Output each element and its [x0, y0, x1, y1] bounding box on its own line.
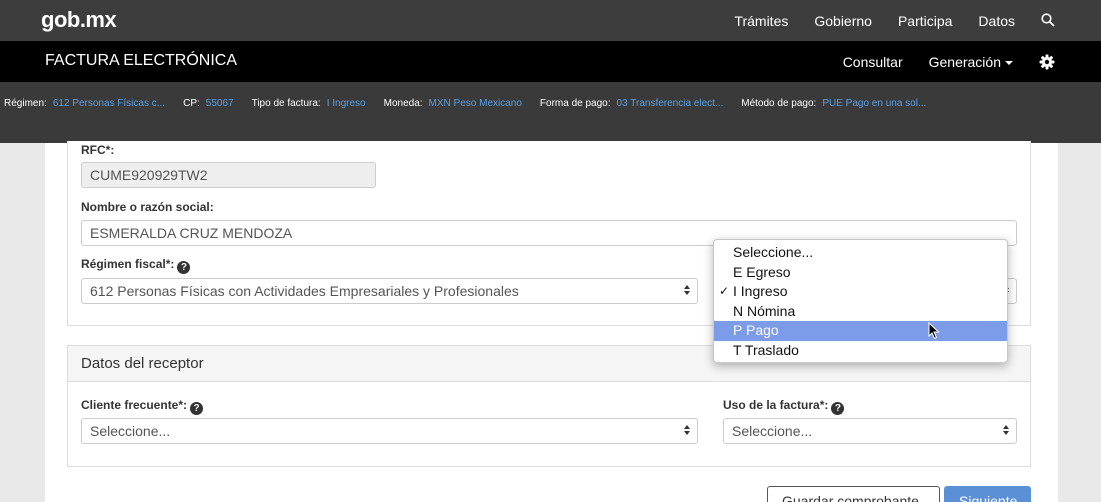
option-label: N Nómina [733, 302, 796, 319]
dropdown-option[interactable]: E Egreso [714, 263, 1007, 283]
regimen-fiscal-value: 612 Personas Físicas con Actividades Emp… [90, 283, 519, 299]
app-nav: Consultar Generación [843, 41, 1101, 82]
help-icon[interactable]: ? [177, 261, 191, 274]
regimen-fiscal-label-text: Régimen fiscal*: [81, 257, 175, 271]
moneda-value[interactable]: MXN Peso Mexicano [429, 98, 522, 109]
receptor-panel: Datos del receptor [67, 345, 1031, 467]
forma-pago-label: Forma de pago: [539, 98, 611, 109]
option-label: E Egreso [733, 263, 791, 280]
dropdown-option[interactable]: Seleccione... [714, 243, 1007, 263]
nombre-label: Nombre o razón social: [81, 200, 214, 214]
metodo-pago-value[interactable]: PUE Pago en una sol... [822, 98, 926, 109]
dropdown-option[interactable]: N Nómina [714, 302, 1007, 322]
mouse-cursor-icon [928, 321, 940, 345]
uso-factura-value: Seleccione... [732, 423, 813, 439]
generacion-menu[interactable]: Generación [929, 54, 1013, 70]
cliente-frecuente-select[interactable]: Seleccione... [81, 418, 698, 444]
search-icon[interactable] [1041, 12, 1057, 29]
uso-factura-select[interactable]: Seleccione... [723, 418, 1017, 444]
select-arrows-icon [1003, 425, 1010, 435]
dropdown-option-highlighted[interactable]: P Pago [714, 321, 1007, 341]
consultar-link[interactable]: Consultar [843, 54, 903, 70]
top-nav: Trámites Gobierno Participa Datos [734, 0, 1101, 41]
tipo-value[interactable]: I Ingreso [327, 98, 366, 109]
option-label: T Traslado [733, 341, 799, 358]
tipo-factura-dropdown: Seleccione... E Egreso ✓ I Ingreso N Nómi… [713, 239, 1008, 363]
logo[interactable]: gob.mx [41, 7, 117, 33]
regimen-value[interactable]: 612 Personas Físicas c... [53, 98, 165, 109]
forma-pago-value[interactable]: 03 Transferencia elect... [617, 98, 724, 109]
regimen-fiscal-label: Régimen fiscal*:? [81, 257, 191, 274]
regimen-fiscal-select[interactable]: 612 Personas Físicas con Actividades Emp… [81, 278, 698, 304]
save-button[interactable]: Guardar comprobante [767, 486, 940, 502]
gear-icon[interactable] [1039, 54, 1055, 70]
cliente-frecuente-value: Seleccione... [90, 423, 171, 439]
option-label: P Pago [733, 322, 779, 338]
caret-down-icon [1005, 60, 1013, 65]
dropdown-option-checked[interactable]: ✓ I Ingreso [714, 282, 1007, 302]
app-title: FACTURA ELECTRÓNICA [45, 52, 238, 69]
cliente-frecuente-label: Cliente frecuente*:? [81, 398, 204, 415]
next-button[interactable]: Siguiente [944, 486, 1031, 502]
check-icon: ✓ [719, 284, 730, 298]
top-bar: gob.mx Trámites Gobierno Participa Datos [0, 0, 1101, 41]
option-label: I Ingreso [733, 283, 788, 299]
select-arrows-icon [684, 285, 691, 295]
nav-datos[interactable]: Datos [978, 13, 1015, 29]
cliente-frecuente-label-text: Cliente frecuente*: [81, 398, 188, 412]
regimen-label: Régimen: [4, 98, 47, 109]
generacion-label: Generación [928, 53, 1001, 70]
cp-label: CP: [183, 98, 200, 109]
dropdown-option[interactable]: T Traslado [714, 341, 1007, 361]
tipo-label: Tipo de factura: [251, 98, 321, 109]
help-icon[interactable]: ? [190, 402, 204, 415]
invoice-summary-bar: Régimen: 612 Personas Físicas c... CP: 5… [0, 82, 1101, 143]
uso-factura-label-text: Uso de la factura*: [723, 398, 829, 412]
metodo-pago-label: Método de pago: [741, 98, 817, 109]
help-icon[interactable]: ? [831, 402, 845, 415]
cp-value[interactable]: 55067 [206, 98, 234, 109]
app-bar: FACTURA ELECTRÓNICA Consultar Generación [0, 41, 1101, 82]
nav-tramites[interactable]: Trámites [734, 13, 788, 29]
nav-participa[interactable]: Participa [898, 13, 952, 29]
select-arrows-icon [684, 425, 691, 435]
rfc-input[interactable]: CUME920929TW2 [81, 162, 376, 188]
nav-gobierno[interactable]: Gobierno [814, 13, 872, 29]
moneda-label: Moneda: [383, 98, 423, 109]
option-label: Seleccione... [733, 244, 814, 260]
rfc-label: RFC*: [81, 143, 115, 157]
uso-factura-label: Uso de la factura*:? [723, 398, 845, 415]
